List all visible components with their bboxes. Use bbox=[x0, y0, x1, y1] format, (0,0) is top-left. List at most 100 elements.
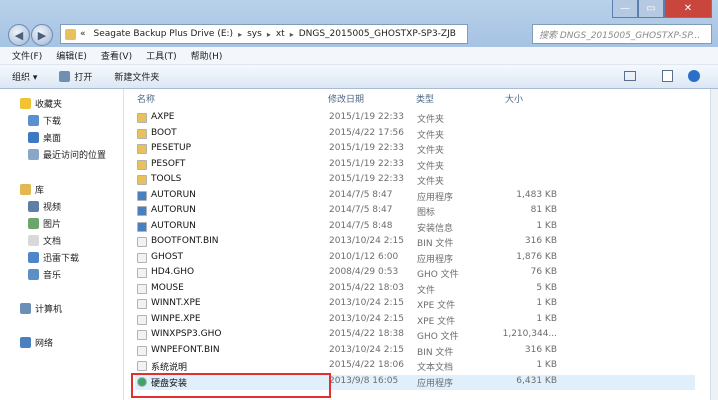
file-date: 2014/7/5 8:47 bbox=[329, 205, 393, 215]
nav-videos[interactable]: 视频 bbox=[28, 200, 61, 213]
open-icon bbox=[59, 71, 71, 82]
file-row[interactable]: MOUSE 2015/4/22 18:03 文件 5 KB bbox=[135, 282, 695, 298]
column-header-type[interactable]: 类型 bbox=[416, 92, 434, 105]
organize-button[interactable]: 组织 ▾ bbox=[12, 70, 37, 83]
file-type: 文件夹 bbox=[417, 130, 445, 141]
nav-libraries[interactable]: 库 bbox=[20, 183, 44, 196]
file-name: WINXPSP3.GHO bbox=[151, 329, 222, 339]
nav-favorites[interactable]: 收藏夹 bbox=[20, 97, 62, 110]
file-size: 1,210,344... bbox=[502, 329, 557, 339]
file-row[interactable]: HD4.GHO 2008/4/29 0:53 GHO 文件 76 KB bbox=[135, 266, 695, 282]
nav-desktop[interactable]: 桌面 bbox=[28, 131, 61, 144]
nav-documents[interactable]: 文档 bbox=[28, 234, 61, 247]
file-icon bbox=[137, 361, 147, 371]
file-list: 名称 修改日期 类型 大小 AXPE 2015/1/19 22:33 文件夹 BOOT… bbox=[125, 89, 710, 400]
preview-pane-icon[interactable] bbox=[662, 70, 673, 82]
file-name: 系统说明 bbox=[151, 363, 188, 373]
application-icon bbox=[137, 206, 147, 216]
file-row[interactable]: WNPEFONT.BIN 2013/10/24 2:15 BIN 文件 316 KB bbox=[135, 344, 695, 360]
new-folder-button[interactable]: 新建文件夹 bbox=[114, 70, 159, 83]
file-type: BIN 文件 bbox=[417, 239, 454, 249]
column-header-size[interactable]: 大小 bbox=[505, 92, 523, 105]
file-row[interactable]: PESOFT 2015/1/19 22:33 文件夹 bbox=[135, 158, 695, 174]
address-chevron[interactable]: « bbox=[76, 29, 90, 39]
search-input[interactable]: 搜索 DNGS_2015005_GHOSTXP-SP... bbox=[532, 24, 712, 44]
file-type: XPE 文件 bbox=[417, 316, 456, 327]
file-date: 2010/1/12 6:00 bbox=[329, 251, 399, 262]
nav-label: 音乐 bbox=[43, 271, 62, 281]
file-size: 1 KB bbox=[536, 360, 557, 370]
folder-icon bbox=[65, 28, 76, 40]
minimize-button[interactable]: — bbox=[612, 0, 638, 18]
menu-edit[interactable]: 编辑(E) bbox=[56, 49, 87, 62]
file-size: 1,483 KB bbox=[516, 189, 557, 200]
video-icon bbox=[28, 201, 39, 212]
forward-button[interactable]: ▶ bbox=[31, 24, 53, 46]
vertical-scrollbar[interactable] bbox=[710, 89, 718, 400]
nav-music[interactable]: 音乐 bbox=[28, 268, 61, 281]
address-bar[interactable]: « Seagate Backup Plus Drive (E:) ▸ sys ▸… bbox=[60, 24, 468, 44]
file-type: 文件 bbox=[417, 285, 436, 296]
file-row[interactable]: AUTORUN 2014/7/5 8:47 图标 81 KB bbox=[135, 204, 695, 220]
file-row[interactable]: GHOST 2010/1/12 6:00 应用程序 1,876 KB bbox=[135, 251, 695, 267]
folder-icon bbox=[137, 175, 147, 185]
folder-icon bbox=[137, 113, 147, 123]
file-type: 图标 bbox=[417, 208, 436, 218]
file-size: 81 KB bbox=[530, 205, 557, 215]
nav-network[interactable]: 网络 bbox=[20, 336, 53, 349]
column-header-date[interactable]: 修改日期 bbox=[328, 92, 364, 105]
nav-downloads[interactable]: 下载 bbox=[28, 114, 61, 127]
file-row[interactable]: WINXPSP3.GHO 2015/4/22 18:38 GHO 文件 1,210,3… bbox=[135, 328, 695, 344]
file-name: WNPEFONT.BIN bbox=[151, 344, 220, 355]
recent-places-icon bbox=[28, 149, 39, 160]
file-date: 2015/1/19 22:33 bbox=[329, 174, 404, 184]
help-icon[interactable] bbox=[688, 70, 700, 82]
computer-icon bbox=[20, 303, 31, 314]
file-type: 应用程序 bbox=[417, 192, 454, 203]
file-row[interactable]: WINPE.XPE 2013/10/24 2:15 XPE 文件 1 KB bbox=[135, 313, 695, 329]
address-segment-xt[interactable]: xt bbox=[272, 29, 289, 39]
file-row[interactable]: WINNT.XPE 2013/10/24 2:15 XPE 文件 1 KB bbox=[135, 297, 695, 313]
menu-view[interactable]: 查看(V) bbox=[101, 49, 132, 62]
library-icon bbox=[20, 184, 31, 195]
file-date: 2014/7/5 8:48 bbox=[329, 220, 393, 231]
nav-label: 迅雷下载 bbox=[43, 254, 80, 264]
open-button[interactable]: 打开 bbox=[59, 70, 92, 83]
file-row[interactable]: AUTORUN 2014/7/5 8:48 安装信息 1 KB bbox=[135, 220, 695, 236]
file-size: 316 KB bbox=[524, 344, 557, 355]
menu-help[interactable]: 帮助(H) bbox=[191, 49, 223, 62]
nav-label: 视频 bbox=[43, 203, 62, 213]
nav-recent[interactable]: 最近访问的位置 bbox=[28, 148, 106, 161]
file-name: BOOTFONT.BIN bbox=[151, 236, 219, 246]
file-name: GHOST bbox=[151, 251, 184, 262]
view-options-icon[interactable] bbox=[624, 71, 636, 81]
file-name: AUTORUN bbox=[151, 220, 196, 231]
file-row[interactable]: AUTORUN 2014/7/5 8:47 应用程序 1,483 KB bbox=[135, 189, 695, 205]
open-label: 打开 bbox=[74, 73, 93, 83]
file-icon bbox=[137, 268, 147, 278]
file-row[interactable]: 硬盘安装 2013/9/8 16:05 应用程序 6,431 KB bbox=[131, 372, 695, 398]
file-type: 文件夹 bbox=[417, 177, 445, 187]
menu-tools[interactable]: 工具(T) bbox=[146, 49, 177, 62]
maximize-button[interactable]: ▭ bbox=[638, 0, 664, 18]
file-row[interactable]: AXPE 2015/1/19 22:33 文件夹 bbox=[135, 111, 695, 127]
file-type: 文本文档 bbox=[417, 363, 454, 373]
nav-computer[interactable]: 计算机 bbox=[20, 302, 62, 315]
address-segment-sys[interactable]: sys bbox=[243, 29, 266, 39]
column-header-name[interactable]: 名称 bbox=[137, 92, 155, 105]
file-type: XPE 文件 bbox=[417, 301, 456, 311]
address-segment-drive[interactable]: Seagate Backup Plus Drive (E:) bbox=[90, 29, 238, 39]
file-row[interactable]: TOOLS 2015/1/19 22:33 文件夹 bbox=[135, 173, 695, 189]
nav-pictures[interactable]: 图片 bbox=[28, 217, 61, 230]
menu-file[interactable]: 文件(F) bbox=[12, 49, 42, 62]
folder-icon bbox=[137, 144, 147, 154]
close-button[interactable]: ✕ bbox=[664, 0, 712, 18]
nav-thunder[interactable]: 迅雷下载 bbox=[28, 251, 79, 264]
file-row[interactable]: BOOTFONT.BIN 2013/10/24 2:15 BIN 文件 316 KB bbox=[135, 235, 695, 251]
file-size: 1 KB bbox=[536, 298, 557, 308]
file-row[interactable]: BOOT 2015/4/22 17:56 文件夹 bbox=[135, 127, 695, 143]
back-button[interactable]: ◀ bbox=[8, 24, 30, 46]
file-row[interactable]: PESETUP 2015/1/19 22:33 文件夹 bbox=[135, 142, 695, 158]
file-type: 应用程序 bbox=[417, 378, 454, 389]
address-segment-folder[interactable]: DNGS_2015005_GHOSTXP-SP3-ZJB bbox=[295, 29, 460, 39]
